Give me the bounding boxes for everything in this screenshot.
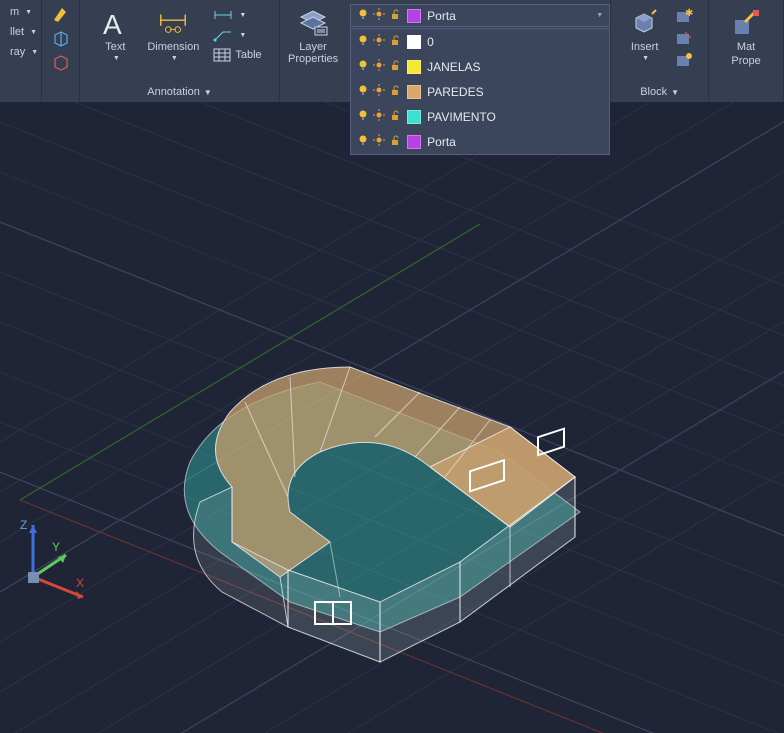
layer-item[interactable]: JANELAS	[351, 54, 609, 79]
layer-dropdown-container: Porta ▼ 0JANELASPAREDESPAVIMENTOPorta	[350, 4, 610, 27]
layer-properties-icon	[297, 7, 329, 39]
chevron-down-icon: ▼	[171, 55, 178, 62]
chevron-down-icon: ▼	[671, 88, 679, 97]
modify-label-3: ray	[10, 46, 25, 58]
text-icon: A	[99, 7, 131, 39]
lightbulb-icon[interactable]	[357, 84, 369, 99]
3d-viewport[interactable]: X Y Z	[0, 102, 784, 733]
3d-building-model[interactable]	[160, 312, 620, 672]
axis-x-label: X	[76, 576, 84, 590]
layer-name-label: Porta	[427, 135, 456, 149]
sun-icon[interactable]	[373, 109, 385, 124]
table-tool[interactable]: Table	[209, 46, 265, 64]
sun-icon[interactable]	[373, 134, 385, 149]
box-blue-icon[interactable]	[48, 28, 74, 50]
create-block-icon[interactable]: ✱	[671, 6, 697, 26]
layer-item[interactable]: PAVIMENTO	[351, 104, 609, 129]
lightbulb-icon	[357, 8, 369, 23]
text-label: Text	[105, 41, 125, 53]
chevron-down-icon: ▼	[204, 88, 212, 97]
axis-y-label: Y	[52, 540, 60, 554]
layer-item[interactable]: 0	[351, 29, 609, 54]
box-red-icon[interactable]	[48, 52, 74, 74]
modify-item-1[interactable]: m▼	[6, 4, 36, 20]
dim-linear-tool[interactable]: ▼	[209, 6, 265, 24]
modify-label-1: m	[10, 6, 19, 18]
ribbon-toolbar: m▼ llet▼ ray▼	[0, 0, 784, 102]
chevron-down-icon: ▼	[642, 55, 649, 62]
layer-color-swatch	[407, 9, 421, 23]
insert-block-button[interactable]: Insert ▼	[623, 4, 667, 65]
ribbon-section-annotation: A Text ▼ Dimension ▼	[80, 0, 280, 102]
ribbon-section-modify: m▼ llet▼ ray▼	[0, 0, 42, 102]
lock-open-icon[interactable]	[389, 134, 401, 149]
dimension-icon	[157, 7, 189, 39]
svg-text:✱: ✱	[685, 8, 693, 19]
layer-color-swatch	[407, 85, 421, 99]
dimension-label: Dimension	[147, 41, 199, 53]
layer-name-label: PAVIMENTO	[427, 110, 496, 124]
edit-block-icon[interactable]	[671, 28, 697, 48]
modify-label-2: llet	[10, 26, 24, 38]
layer-properties-label: LayerProperties	[288, 41, 338, 65]
match-label: Mat	[737, 41, 755, 53]
lock-open-icon	[389, 8, 401, 23]
chevron-down-icon: ▼	[113, 55, 120, 62]
axis-gizmo[interactable]: X Y Z	[18, 517, 98, 607]
layer-properties-button[interactable]: LayerProperties	[280, 4, 346, 68]
highlight-icon[interactable]	[48, 4, 74, 26]
layer-name-label: 0	[427, 35, 434, 49]
sun-icon[interactable]	[373, 84, 385, 99]
lock-open-icon[interactable]	[389, 59, 401, 74]
ribbon-section-block: Insert ▼ ✱ Block ▼	[611, 0, 709, 102]
layer-color-swatch	[407, 60, 421, 74]
layer-color-swatch	[407, 35, 421, 49]
layer-current-name: Porta	[427, 9, 456, 23]
layer-item[interactable]: PAREDES	[351, 79, 609, 104]
svg-text:A: A	[103, 9, 122, 38]
layer-color-swatch	[407, 135, 421, 149]
lock-open-icon[interactable]	[389, 84, 401, 99]
insert-icon	[629, 7, 661, 39]
layer-name-label: JANELAS	[427, 60, 480, 74]
layer-item[interactable]: Porta	[351, 129, 609, 154]
lock-open-icon[interactable]	[389, 109, 401, 124]
leader-tool[interactable]: ▼	[209, 26, 265, 44]
modify-item-3[interactable]: ray▼	[6, 44, 42, 60]
sun-icon	[373, 8, 385, 23]
lightbulb-icon[interactable]	[357, 34, 369, 49]
dimension-tool[interactable]: Dimension ▼	[141, 4, 205, 65]
layer-dropdown-list: 0 JANELAS PAREDES PAVIMENTO Porta	[350, 28, 610, 155]
layer-color-swatch	[407, 110, 421, 124]
block-section-title[interactable]: Block ▼	[640, 84, 679, 100]
axis-z-label: Z	[20, 518, 27, 532]
match-properties-button[interactable]: Mat Prope	[724, 4, 768, 70]
layer-current-selector[interactable]: Porta ▼	[350, 4, 610, 27]
ribbon-section-properties: Mat Prope	[709, 0, 784, 102]
sun-icon[interactable]	[373, 59, 385, 74]
table-label: Table	[235, 49, 261, 61]
insert-label: Insert	[631, 41, 659, 53]
chevron-down-icon: ▼	[596, 12, 603, 19]
text-tool[interactable]: A Text ▼	[93, 4, 137, 65]
lightbulb-icon[interactable]	[357, 109, 369, 124]
annotation-section-title[interactable]: Annotation ▼	[147, 84, 212, 100]
lightbulb-icon[interactable]	[357, 134, 369, 149]
modify-item-2[interactable]: llet▼	[6, 24, 41, 40]
edit-attr-icon[interactable]	[671, 50, 697, 70]
ribbon-section-layers: LayerProperties Porta ▼ 0JANELASPAREDESP…	[280, 0, 611, 102]
match-properties-icon	[730, 7, 762, 39]
sun-icon[interactable]	[373, 34, 385, 49]
lightbulb-icon[interactable]	[357, 59, 369, 74]
layer-name-label: PAREDES	[427, 85, 483, 99]
lock-open-icon[interactable]	[389, 34, 401, 49]
ribbon-section-modify-icons	[42, 0, 80, 102]
props-label: Prope	[731, 55, 760, 67]
